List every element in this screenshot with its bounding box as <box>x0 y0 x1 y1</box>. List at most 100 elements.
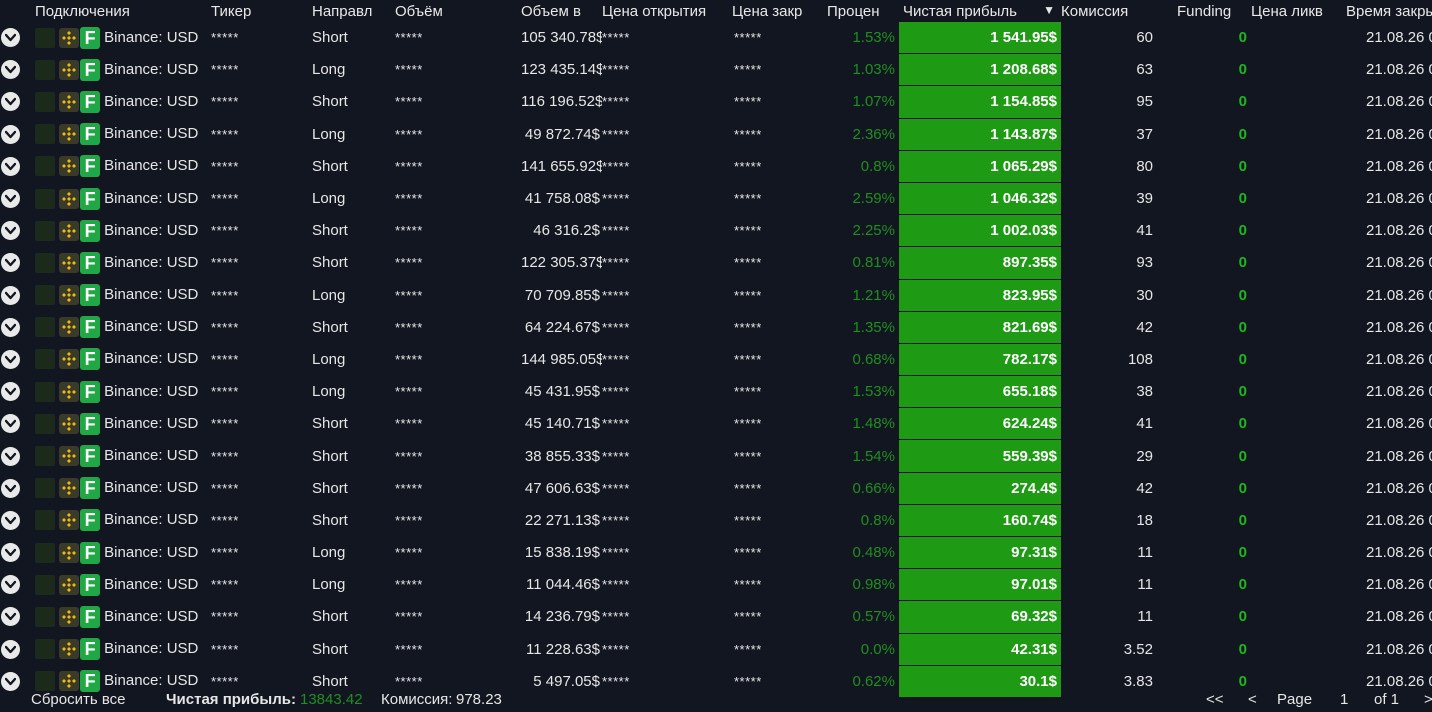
funding-cell: 0 <box>1238 479 1247 497</box>
table-row[interactable]: F Binance: USD ***** Long ***** 144 985.05$ **… <box>0 343 1432 377</box>
expand-cell[interactable] <box>0 633 35 665</box>
volume-usd-cell: 11 228.63$ <box>526 640 600 658</box>
volume-cell: ***** <box>395 287 423 303</box>
expand-cell[interactable] <box>0 343 35 375</box>
commission-cell: 63 <box>1136 61 1153 79</box>
connection-cell: F Binance: USD <box>35 569 211 601</box>
col-volume-usd[interactable]: Объем в <box>521 0 602 22</box>
connection-cell: F Binance: USD <box>35 54 211 86</box>
net-profit-cell: 1 208.68$ <box>899 53 1061 87</box>
connection-name: Binance: USD <box>104 350 199 368</box>
table-row[interactable]: F Binance: USD ***** Short ***** 122 305.37$ *… <box>0 246 1432 280</box>
open-price-cell: ***** <box>602 384 630 400</box>
table-row[interactable]: F Binance: USD ***** Long ***** 49 872.74$ ***… <box>0 118 1432 151</box>
col-ticker[interactable]: Тикер <box>211 0 312 22</box>
close-price-cell: ***** <box>734 94 762 110</box>
table-row[interactable]: F Binance: USD ***** Short ***** 64 224.67$ **… <box>0 311 1432 344</box>
col-open-price[interactable]: Цена открытия <box>602 0 732 22</box>
col-net-profit[interactable]: Чистая прибыль ▼ <box>899 0 1061 22</box>
expand-cell[interactable] <box>0 247 35 279</box>
expand-cell[interactable] <box>0 376 35 408</box>
col-connections[interactable]: Подключения <box>0 0 211 22</box>
chevron-down-icon[interactable] <box>1 253 20 273</box>
chevron-down-icon[interactable] <box>1 349 20 369</box>
chevron-down-icon[interactable] <box>1 446 20 466</box>
table-row[interactable]: F Binance: USD ***** Long ***** 41 758.08$ ***… <box>0 182 1432 216</box>
expand-cell[interactable] <box>0 279 35 311</box>
chevron-down-icon[interactable] <box>1 92 20 112</box>
commission-cell: 11 <box>1137 576 1153 594</box>
table-row[interactable]: F Binance: USD ***** Long ***** 123 435.14$ **… <box>0 53 1432 87</box>
volume-cell: ***** <box>395 577 423 593</box>
expand-cell[interactable] <box>0 182 35 214</box>
expand-cell[interactable] <box>0 215 35 247</box>
table-row[interactable]: F Binance: USD ***** Short ***** 116 196.52$ *… <box>0 85 1432 119</box>
col-volume[interactable]: Объём <box>395 0 521 22</box>
table-row[interactable]: F Binance: USD ***** Long ***** 70 709.85$ ***… <box>0 279 1432 312</box>
table-row[interactable]: F Binance: USD ***** Short ***** 14 236.79$ **… <box>0 600 1432 634</box>
expand-cell[interactable] <box>0 601 35 633</box>
chevron-down-icon[interactable] <box>1 478 20 498</box>
next-page-button[interactable]: > <box>1424 691 1432 708</box>
table-row[interactable]: F Binance: USD ***** Long ***** 15 838.19$ ***… <box>0 536 1432 570</box>
ticker-cell: ***** <box>211 158 239 174</box>
chevron-down-icon[interactable] <box>1 189 20 209</box>
expand-cell[interactable] <box>0 408 35 440</box>
chevron-down-icon[interactable] <box>1 60 20 80</box>
first-page-button[interactable]: << <box>1206 691 1224 708</box>
table-row[interactable]: F Binance: USD ***** Long ***** 11 044.46$ ***… <box>0 568 1432 602</box>
expand-cell[interactable] <box>0 440 35 472</box>
col-close-time[interactable]: Время закры <box>1346 0 1432 22</box>
table-row[interactable]: F Binance: USD ***** Long ***** 45 431.95$ ***… <box>0 375 1432 409</box>
direction-cell: Short <box>312 157 348 175</box>
chevron-down-icon[interactable] <box>1 414 20 434</box>
chevron-down-icon[interactable] <box>1 28 20 48</box>
volume-cell: ***** <box>395 416 423 432</box>
expand-cell[interactable] <box>0 150 35 182</box>
close-price-cell: ***** <box>734 545 762 561</box>
chevron-down-icon[interactable] <box>1 543 20 563</box>
net-profit-cell: 624.24$ <box>899 407 1061 441</box>
chevron-down-icon[interactable] <box>1 510 20 530</box>
expand-cell[interactable] <box>0 311 35 343</box>
expand-cell[interactable] <box>0 22 35 54</box>
table-row[interactable]: F Binance: USD ***** Short ***** 141 655.92$ *… <box>0 150 1432 183</box>
col-funding[interactable]: Funding <box>1163 0 1251 22</box>
close-price-cell: ***** <box>734 641 762 657</box>
col-close-price[interactable]: Цена закр <box>732 0 827 22</box>
table-row[interactable]: F Binance: USD ***** Short ***** 105 340.78$ *… <box>0 22 1432 55</box>
expand-cell[interactable] <box>0 569 35 601</box>
col-direction[interactable]: Направл <box>312 0 395 22</box>
reset-all-button[interactable]: Сбросить все <box>31 691 125 708</box>
table-row[interactable]: F Binance: USD ***** Short ***** 46 316.2$ ***… <box>0 214 1432 248</box>
chevron-down-icon[interactable] <box>1 221 20 241</box>
expand-cell[interactable] <box>0 54 35 86</box>
net-profit-cell: 69.32$ <box>899 600 1061 634</box>
page-current-input[interactable]: 1 <box>1340 691 1348 708</box>
direction-cell: Long <box>312 61 346 79</box>
table-row[interactable]: F Binance: USD ***** Short ***** 11 228.63$ **… <box>0 633 1432 666</box>
expand-cell[interactable] <box>0 118 35 150</box>
funding-cell: 0 <box>1238 415 1247 433</box>
expand-cell[interactable] <box>0 504 35 536</box>
chevron-down-icon[interactable] <box>1 382 20 402</box>
chevron-down-icon[interactable] <box>1 285 20 305</box>
table-row[interactable]: F Binance: USD ***** Short ***** 22 271.13$ **… <box>0 504 1432 538</box>
expand-cell[interactable] <box>0 472 35 504</box>
expand-cell[interactable] <box>0 537 35 569</box>
chevron-down-icon[interactable] <box>1 156 20 176</box>
col-percent[interactable]: Процен <box>827 0 899 22</box>
chevron-down-icon[interactable] <box>1 639 20 659</box>
chevron-down-icon[interactable] <box>1 317 20 337</box>
chevron-down-icon[interactable] <box>1 607 20 627</box>
table-row[interactable]: F Binance: USD ***** Short ***** 47 606.63$ **… <box>0 472 1432 505</box>
col-commission[interactable]: Комиссия <box>1061 0 1163 22</box>
chevron-down-icon[interactable] <box>1 124 20 144</box>
expand-cell[interactable] <box>0 86 35 118</box>
chevron-down-icon[interactable] <box>1 575 20 595</box>
table-row[interactable]: F Binance: USD ***** Short ***** 45 140.71$ **… <box>0 407 1432 441</box>
table-row[interactable]: F Binance: USD ***** Short ***** 38 855.33$ **… <box>0 439 1432 473</box>
binance-icon <box>59 542 80 563</box>
prev-page-button[interactable]: < <box>1248 691 1257 708</box>
col-liq-price[interactable]: Цена ликв <box>1251 0 1346 22</box>
